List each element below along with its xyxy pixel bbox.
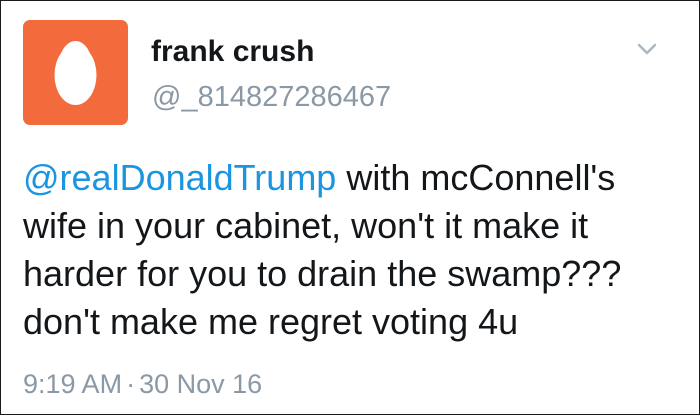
avatar[interactable]: [23, 20, 128, 125]
egg-avatar-icon: [54, 41, 97, 105]
tweet-line-1-text: with mcConnell's: [336, 157, 616, 198]
chevron-down-icon[interactable]: [633, 39, 661, 59]
tweet-line-4: don't make me regret voting 4u: [23, 301, 519, 342]
tweet-line-1: @realDonaldTrump with mcConnell's: [23, 154, 683, 202]
tweet-line-3: harder for you to drain the swamp???: [23, 253, 622, 294]
tweet-timestamp[interactable]: 9:19 AM · 30 Nov 16: [23, 369, 262, 400]
tweet-time: 9:19 AM: [23, 369, 123, 399]
display-name[interactable]: frank crush: [151, 35, 314, 69]
tweet-text: @realDonaldTrump with mcConnell's wife i…: [23, 154, 683, 346]
meta-separator: ·: [126, 369, 136, 399]
user-handle[interactable]: @_814827286467: [152, 81, 391, 114]
mention-link[interactable]: @realDonaldTrump: [23, 157, 336, 198]
tweet-date: 30 Nov 16: [139, 369, 263, 399]
tweet-card: frank crush @_814827286467 @realDonaldTr…: [0, 0, 700, 415]
tweet-line-2: wife in your cabinet, won't it make it: [23, 205, 589, 246]
